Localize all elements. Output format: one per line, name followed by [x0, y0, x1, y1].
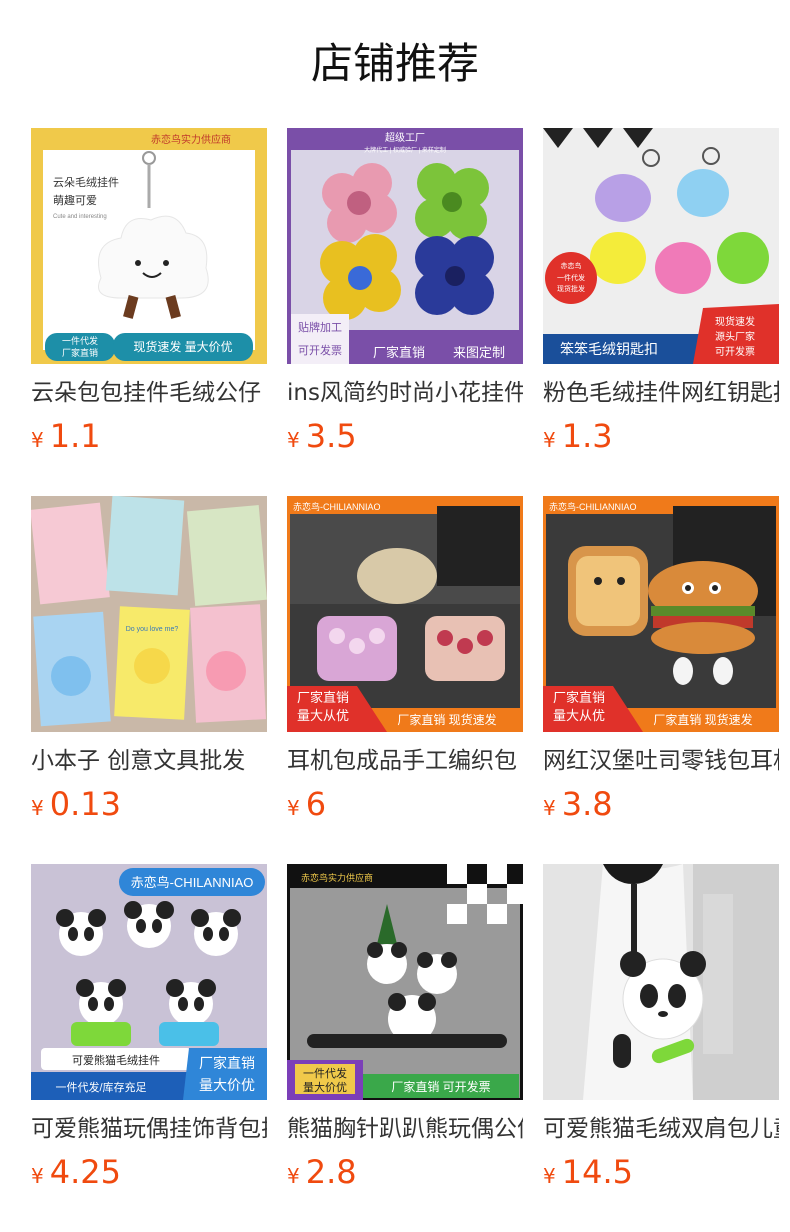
price-value: 0.13 — [49, 785, 121, 823]
product-card[interactable]: Do you love me? 小本子 创意文具批发 ¥0.13 — [31, 496, 267, 864]
product-price: ¥1.3 — [543, 416, 779, 456]
product-price: ¥3.8 — [543, 784, 779, 824]
label: 赤恋鸟 — [561, 261, 582, 270]
label: 云朵毛绒挂件 — [53, 175, 119, 189]
product-name[interactable]: 网红汉堡吐司零钱包耳机包 — [543, 746, 779, 776]
currency-symbol: ¥ — [31, 1164, 44, 1188]
label: 可爱熊猫毛绒挂件 — [72, 1053, 160, 1067]
price-value: 14.5 — [561, 1153, 633, 1191]
label: 笨笨毛绒钥匙扣 — [560, 341, 658, 357]
yellow-flower — [320, 234, 401, 320]
label: Do you love me? — [126, 626, 179, 633]
product-image[interactable]: 赤恋鸟-CHILIANNIAO 厂家直销 量大从优 厂家直销 现货速发 — [287, 496, 523, 732]
label: 厂家直销 — [373, 345, 425, 360]
product-image[interactable]: 赤恋鸟实力供应商 一件代发 量大价优 厂家直销 可开发票 — [287, 864, 523, 1100]
brand-tag: 赤恋鸟-CHILANNIAO — [131, 875, 254, 890]
page-title: 店铺推荐 — [310, 39, 479, 88]
label: 现货批发 — [557, 284, 585, 293]
product-name[interactable]: 熊猫胸针趴趴熊玩偶公仔 — [287, 1114, 523, 1144]
product-card[interactable]: 赤恋鸟实力供应商 云朵毛绒挂件 萌趣可爱 Cute and interestin… — [31, 128, 267, 496]
product-price: ¥0.13 — [31, 784, 267, 824]
price-value: 1.3 — [561, 417, 613, 455]
label: 量大从优 — [297, 708, 349, 723]
price-value: 3.8 — [561, 785, 613, 823]
label: 现货速发 量大价优 — [133, 339, 232, 354]
product-card[interactable]: 赤恋鸟-CHILIANNIAO 厂家直销 量大从优 厂家直销 现货速发 耳机包成… — [287, 496, 523, 864]
price-value: 6 — [305, 785, 327, 823]
product-name[interactable]: 小本子 创意文具批发 — [31, 746, 267, 776]
label: 厂家直销 — [297, 690, 349, 705]
currency-symbol: ¥ — [543, 796, 556, 820]
label: 量大从优 — [553, 708, 605, 723]
product-name[interactable]: ins风简约时尚小花挂件 — [287, 378, 523, 408]
product-image[interactable]: 赤恋鸟-CHILIANNIAO 厂家直销 量大从优 厂家直销 现货速发 — [543, 496, 779, 732]
product-name[interactable]: 耳机包成品手工编织包 — [287, 746, 523, 776]
label: 厂家直销 现货速发 — [653, 712, 752, 727]
product-price: ¥2.8 — [287, 1152, 523, 1192]
blue-flower — [415, 236, 494, 315]
product-name[interactable]: 云朵包包挂件毛绒公仔 — [31, 378, 267, 408]
product-image[interactable]: Do you love me? — [31, 496, 267, 732]
label: 可开发票 — [298, 343, 342, 357]
price-value: 3.5 — [305, 417, 357, 455]
price-value: 1.1 — [49, 417, 101, 455]
currency-symbol: ¥ — [543, 1164, 556, 1188]
currency-symbol: ¥ — [287, 428, 300, 452]
green-flower — [415, 163, 489, 240]
product-image[interactable]: 超级工厂 大牌代工 | 权威验厂 | 来样定制 贴牌加工 可开发票 厂家直销 来… — [287, 128, 523, 364]
brand-tag: 赤恋鸟-CHILIANNIAO — [293, 501, 381, 512]
price-value: 2.8 — [305, 1153, 357, 1191]
currency-symbol: ¥ — [543, 428, 556, 452]
product-name[interactable]: 可爱熊猫毛绒双肩包儿童 — [543, 1114, 779, 1144]
product-price: ¥4.25 — [31, 1152, 267, 1192]
brand-tag: 超级工厂 — [385, 131, 425, 144]
product-image[interactable] — [543, 864, 779, 1100]
label: 现货速发 — [715, 315, 755, 328]
product-image[interactable]: 赤恋鸟 一件代发 现货批发 笨笨毛绒钥匙扣 现货速发 源头厂家 可开发票 — [543, 128, 779, 364]
product-card[interactable]: 赤恋鸟-CHILANNIAO 可爱熊猫毛绒挂件 一件代发/库存充足 厂家直销 量… — [31, 864, 267, 1232]
product-card[interactable]: 赤恋鸟实力供应商 一件代发 量大价优 厂家直销 可开发票 熊猫胸针趴趴熊玩偶公仔… — [287, 864, 523, 1232]
label: 量大价优 — [199, 1077, 255, 1093]
product-name[interactable]: 粉色毛绒挂件网红钥匙扣 — [543, 378, 779, 408]
product-image[interactable]: 赤恋鸟实力供应商 云朵毛绒挂件 萌趣可爱 Cute and interestin… — [31, 128, 267, 364]
product-price: ¥14.5 — [543, 1152, 779, 1192]
product-price: ¥1.1 — [31, 416, 267, 456]
label: 源头厂家 — [715, 330, 755, 343]
product-card[interactable]: 可爱熊猫毛绒双肩包儿童 ¥14.5 — [543, 864, 779, 1232]
label: 可开发票 — [715, 345, 755, 358]
label: 一件代发 — [557, 273, 585, 282]
label: 来图定制 — [453, 345, 505, 360]
price-value: 4.25 — [49, 1153, 121, 1191]
product-price: ¥6 — [287, 784, 523, 824]
product-card[interactable]: 赤恋鸟 一件代发 现货批发 笨笨毛绒钥匙扣 现货速发 源头厂家 可开发票 粉色毛… — [543, 128, 779, 496]
label: 萌趣可爱 — [53, 193, 97, 207]
currency-symbol: ¥ — [287, 796, 300, 820]
label: 一件代发 — [62, 335, 98, 346]
label: 厂家直销 可开发票 — [391, 1079, 490, 1094]
label: Cute and interesting — [53, 214, 107, 220]
label: 贴牌加工 — [298, 320, 342, 334]
label: 一件代发 — [303, 1066, 347, 1080]
label: 大牌代工 | 权威验厂 | 来样定制 — [364, 146, 446, 154]
brand-tag: 赤恋鸟实力供应商 — [151, 133, 231, 146]
product-card[interactable]: 赤恋鸟-CHILIANNIAO 厂家直销 量大从优 厂家直销 现货速发 网红汉堡… — [543, 496, 779, 864]
currency-symbol: ¥ — [287, 1164, 300, 1188]
label: 厂家直销 — [62, 347, 98, 358]
label: 厂家直销 现货速发 — [397, 712, 496, 727]
label: 量大价优 — [303, 1080, 347, 1094]
label: 厂家直销 — [199, 1055, 255, 1071]
currency-symbol: ¥ — [31, 796, 44, 820]
product-image[interactable]: 赤恋鸟-CHILANNIAO 可爱熊猫毛绒挂件 一件代发/库存充足 厂家直销 量… — [31, 864, 267, 1100]
product-price: ¥3.5 — [287, 416, 523, 456]
brand-tag: 赤恋鸟-CHILIANNIAO — [549, 501, 637, 512]
label: 厂家直销 — [553, 690, 605, 705]
product-grid: 赤恋鸟实力供应商 云朵毛绒挂件 萌趣可爱 Cute and interestin… — [31, 128, 779, 1232]
brand-tag: 赤恋鸟实力供应商 — [301, 872, 373, 883]
currency-symbol: ¥ — [31, 428, 44, 452]
label: 一件代发/库存充足 — [55, 1080, 146, 1094]
product-card[interactable]: 超级工厂 大牌代工 | 权威验厂 | 来样定制 贴牌加工 可开发票 厂家直销 来… — [287, 128, 523, 496]
product-name[interactable]: 可爱熊猫玩偶挂饰背包挂件 — [31, 1114, 267, 1144]
